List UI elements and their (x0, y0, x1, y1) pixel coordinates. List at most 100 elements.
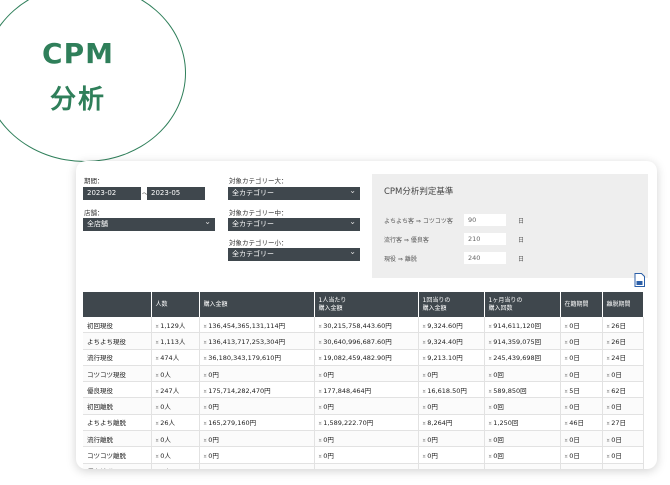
table-cell: 165,279,160円 (199, 414, 315, 432)
table-cell: 245,439,698回 (484, 349, 561, 366)
criteria-label-2: 流行客 ⇒ 優良客 (384, 237, 429, 244)
column-header: 人数 (151, 292, 200, 317)
segment-name-cell: コツコツ現役 (83, 365, 152, 383)
table-cell: 0円 (418, 430, 485, 448)
badge-title-cpm: CPM (42, 37, 114, 70)
table-cell: 0人 (151, 430, 200, 448)
table-cell: 9,213.10円 (418, 349, 485, 366)
table-cell: 914,611,120回 (484, 317, 561, 334)
table-cell: 136,413,717,253,304円 (199, 332, 315, 350)
table-cell: 5日 (560, 381, 603, 399)
table-cell: 0回 (484, 446, 561, 464)
analysis-panel: 期間： 2023-02 ～ 2023-05 店舗： 全店舗 対象カテゴリー大： … (76, 161, 657, 469)
table-cell: 1,129人 (151, 317, 200, 334)
table-cell: 0日 (560, 446, 603, 464)
category-large-select[interactable]: 全カテゴリー (228, 184, 360, 200)
criteria-input-3[interactable]: 240 (464, 252, 506, 264)
table-cell: 0日 (560, 397, 603, 415)
criteria-input-2[interactable]: 210 (464, 233, 506, 245)
period-label: 期間： (84, 177, 104, 185)
table-cell: 0日 (602, 365, 644, 383)
table-cell: 177,848,464円 (314, 381, 419, 399)
column-header: 在籍期間 (560, 292, 603, 317)
table-cell: 0人 (151, 397, 200, 415)
table-cell: 9,324.60円 (418, 317, 485, 334)
table-cell: 0日 (602, 397, 644, 415)
criteria-unit-1: 日 (518, 218, 525, 225)
table-cell: 0円 (314, 446, 419, 464)
store-label: 店舗： (84, 209, 104, 217)
column-header (83, 292, 152, 317)
segment-name-cell: よちよち離脱 (83, 414, 152, 432)
table-cell: 0円 (199, 365, 315, 383)
criteria-title: CPM分析判定基準 (384, 187, 454, 197)
period-to-input[interactable]: 2023-05 (147, 187, 205, 200)
column-header: 1回当りの 購入金額 (418, 292, 485, 317)
store-select[interactable]: 全店舗 (83, 215, 215, 231)
table-cell: 0日 (560, 349, 603, 366)
criteria-unit-2: 日 (518, 237, 525, 244)
period-from-input[interactable]: 2023-02 (83, 187, 141, 200)
table-cell: 914,359,075回 (484, 332, 561, 350)
criteria-label-1: よちよち客 ⇒ コツコツ客 (384, 218, 453, 225)
table-row: 初回現役1,129人136,454,365,131,114円30,215,758… (83, 317, 644, 334)
segment-name-cell: 流行離脱 (83, 430, 152, 448)
table-row: 初回離脱0人0円0円0円0回0日0日 (83, 397, 644, 415)
table-cell: 0日 (602, 463, 644, 469)
column-header: 離脱期間 (602, 292, 644, 317)
table-cell: 0円 (418, 397, 485, 415)
table-row: 優良現役247人175,714,282,470円177,848,464円16,6… (83, 381, 644, 399)
table-cell: 0人 (151, 463, 200, 469)
table-cell: 1,589,222.70円 (314, 414, 419, 432)
table-cell: 0日 (602, 430, 644, 448)
table-cell: 24日 (602, 349, 644, 366)
category-small-select[interactable]: 全カテゴリー (228, 245, 360, 261)
table-cell: 0円 (418, 365, 485, 383)
table-cell: 0円 (199, 430, 315, 448)
table-cell: 36,180,343,179,610円 (199, 349, 315, 366)
table-cell: 0日 (560, 463, 603, 469)
table-cell: 0日 (560, 365, 603, 383)
table-cell: 0円 (314, 397, 419, 415)
table-cell: 30,215,758,443.60円 (314, 317, 419, 334)
table-cell: 0日 (560, 430, 603, 448)
table-row: コツコツ離脱0人0円0円0円0回0日0日 (83, 446, 644, 464)
table-cell: 247人 (151, 381, 200, 399)
table-cell: 0円 (199, 463, 315, 469)
category-small-label: 対象カテゴリー小： (229, 239, 288, 247)
table-row: コツコツ現役0人0円0円0円0回0日0日 (83, 365, 644, 383)
table-cell: 0回 (484, 365, 561, 383)
category-large-label: 対象カテゴリー大： (229, 177, 288, 185)
table-cell: 175,714,282,470円 (199, 381, 315, 399)
table-row: 流行現役474人36,180,343,179,610円19,082,459,48… (83, 349, 644, 366)
table-cell: 0円 (199, 446, 315, 464)
segment-name-cell: よちよち現役 (83, 332, 152, 350)
table-cell: 26日 (602, 317, 644, 334)
segment-name-cell: 流行現役 (83, 349, 152, 366)
column-header: 1ヶ月当りの 購入回数 (484, 292, 561, 317)
criteria-unit-3: 日 (518, 256, 525, 263)
category-mid-label: 対象カテゴリー中： (229, 209, 288, 217)
table-cell: 0回 (484, 463, 561, 469)
table-cell: 0円 (418, 446, 485, 464)
export-document-icon[interactable] (634, 273, 645, 287)
table-row: 流行離脱0人0円0円0円0回0日0日 (83, 430, 644, 448)
column-header: 1人当たり 購入金額 (314, 292, 419, 317)
table-cell: 0日 (602, 446, 644, 464)
table-row: 優良離脱0人0円0円0円0回0日0日 (83, 463, 644, 469)
table-cell: 0円 (314, 430, 419, 448)
segment-name-cell: コツコツ離脱 (83, 446, 152, 464)
badge-title-analysis: 分析 (49, 85, 106, 115)
table-cell: 62日 (602, 381, 644, 399)
table-cell: 1,250回 (484, 414, 561, 432)
segment-name-cell: 初回離脱 (83, 397, 152, 415)
table-cell: 0日 (560, 317, 603, 334)
table-body: 初回現役1,129人136,454,365,131,114円30,215,758… (83, 317, 644, 469)
category-mid-select[interactable]: 全カテゴリー (228, 215, 360, 231)
table-cell: 26人 (151, 414, 200, 432)
table-cell: 8,264円 (418, 414, 485, 432)
criteria-input-1[interactable]: 90 (464, 214, 506, 226)
table-cell: 0円 (199, 397, 315, 415)
column-header: 購入金額 (199, 292, 315, 317)
segment-name-cell: 優良現役 (83, 381, 152, 399)
